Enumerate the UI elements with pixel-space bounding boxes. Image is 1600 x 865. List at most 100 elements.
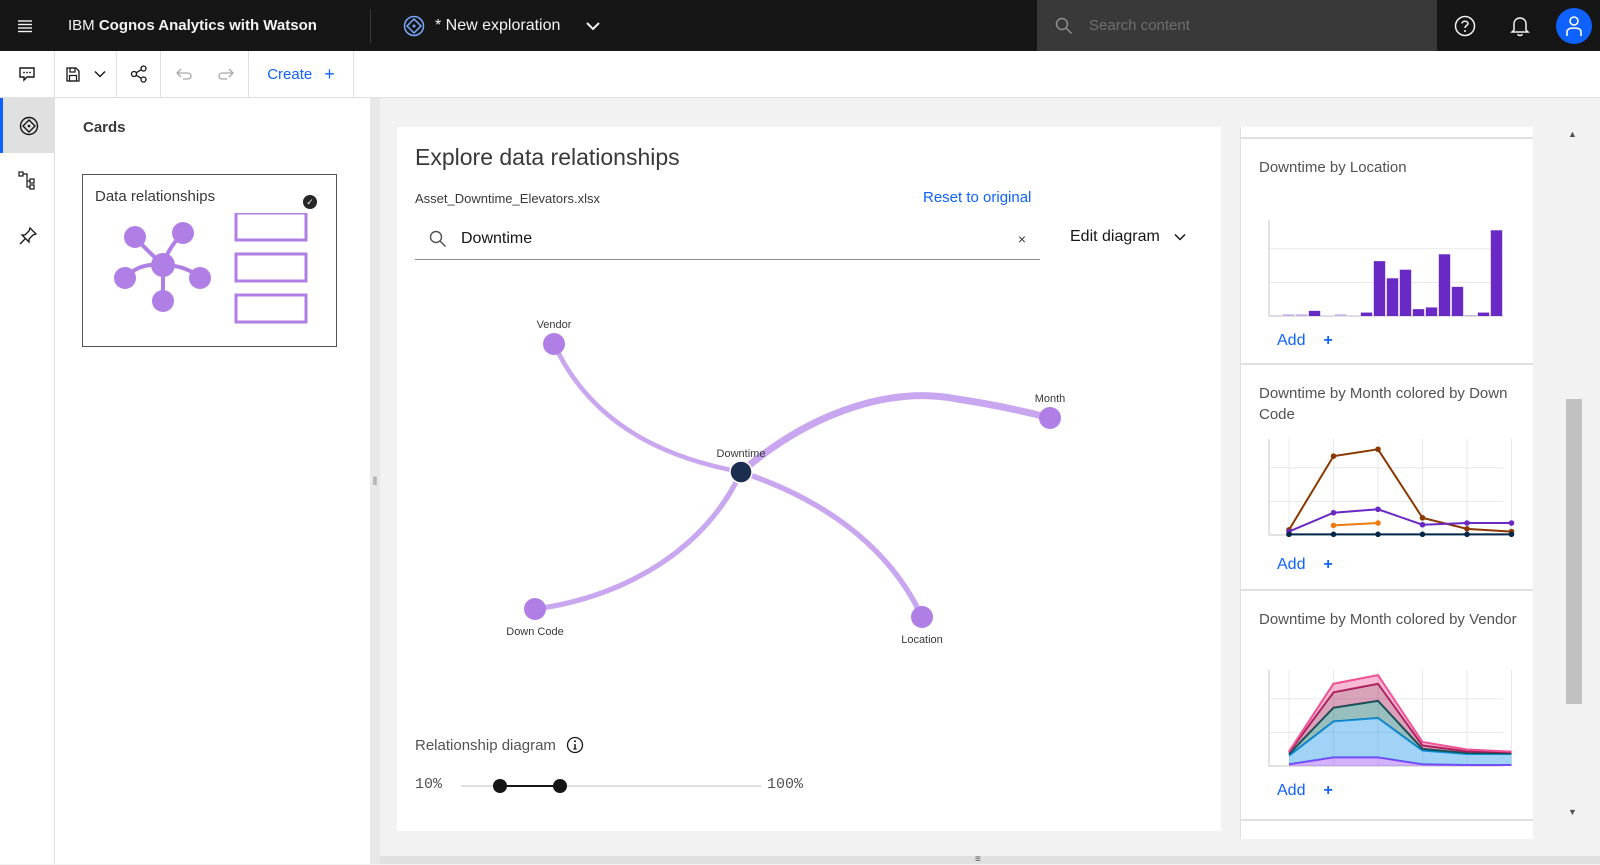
diagram-node-month[interactable] bbox=[1039, 407, 1061, 429]
data-point bbox=[1464, 520, 1470, 526]
data-point bbox=[1419, 521, 1426, 528]
slider-low-handle[interactable] bbox=[493, 779, 507, 793]
rail-item-cards[interactable] bbox=[0, 98, 55, 153]
data-source-name: Asset_Downtime_Elevators.xlsx bbox=[415, 191, 600, 206]
viz-title: Downtime by Month colored by Vendor bbox=[1259, 611, 1517, 628]
chevron-down-icon[interactable] bbox=[94, 70, 106, 78]
plus-icon: + bbox=[1323, 556, 1333, 573]
data-point bbox=[1375, 506, 1381, 513]
redo-icon[interactable] bbox=[217, 68, 234, 80]
edit-diagram-label: Edit diagram bbox=[1070, 228, 1160, 245]
scrollbar-thumb[interactable] bbox=[1566, 399, 1582, 704]
clear-search-button[interactable]: × bbox=[1018, 231, 1026, 247]
slider-max-label: 100% bbox=[767, 776, 804, 793]
global-search bbox=[1037, 0, 1437, 51]
rail-item-data[interactable] bbox=[0, 153, 55, 208]
undo-icon[interactable] bbox=[175, 68, 192, 80]
bar-chart bbox=[1268, 220, 1503, 317]
diagram-label-downtime: Downtime bbox=[717, 448, 766, 460]
explore-panel: Explore data relationships Asset_Downtim… bbox=[397, 127, 1221, 831]
create-label: Create bbox=[267, 65, 313, 83]
data-point bbox=[1330, 453, 1337, 459]
data-point bbox=[1330, 509, 1337, 516]
comment-icon bbox=[19, 67, 35, 82]
slider-min-label: 10% bbox=[415, 776, 443, 793]
notifications-button[interactable] bbox=[1495, 0, 1545, 51]
diagram-label-month: Month bbox=[1035, 393, 1066, 405]
add-button[interactable]: Add + bbox=[1277, 332, 1333, 350]
data-point bbox=[1464, 531, 1470, 538]
info-icon[interactable] bbox=[566, 736, 584, 754]
bar bbox=[1399, 269, 1412, 316]
menu-icon bbox=[18, 19, 32, 32]
data-relationships-card[interactable]: Data relationships ✓ bbox=[82, 174, 337, 347]
add-button[interactable]: Add + bbox=[1277, 556, 1333, 574]
pin-icon bbox=[19, 226, 37, 244]
slider-high-handle[interactable] bbox=[553, 779, 567, 793]
create-button[interactable]: Create + bbox=[249, 51, 354, 97]
share-icon bbox=[130, 65, 147, 83]
data-point bbox=[1330, 522, 1337, 529]
edit-diagram-dropdown[interactable]: Edit diagram bbox=[1070, 228, 1186, 246]
bar bbox=[1360, 312, 1373, 316]
scroll-up-icon[interactable]: ▲ bbox=[1568, 129, 1577, 139]
reset-to-original-link[interactable]: Reset to original bbox=[923, 189, 1031, 206]
bottom-resize-bar[interactable] bbox=[380, 856, 1600, 864]
chevron-down-icon bbox=[1174, 233, 1186, 241]
add-label: Add bbox=[1277, 556, 1306, 573]
viz-card-month-vendor[interactable]: Downtime by Month colored by Vendor Add + bbox=[1241, 589, 1533, 819]
relationship-diagram[interactable]: Vendor Month Down Code Location Downtime bbox=[397, 287, 1221, 717]
avatar bbox=[1556, 7, 1592, 44]
relationship-range-slider: 10% 100% bbox=[415, 776, 815, 796]
data-point bbox=[1508, 531, 1515, 538]
help-button[interactable] bbox=[1440, 0, 1490, 51]
bar bbox=[1373, 261, 1386, 316]
menu-button[interactable] bbox=[0, 0, 50, 51]
comment-button[interactable] bbox=[0, 51, 55, 97]
viz-card-next[interactable] bbox=[1241, 819, 1533, 839]
resize-grip-icon[interactable]: ≡ bbox=[975, 855, 981, 865]
plus-icon: + bbox=[1323, 782, 1333, 799]
add-button[interactable]: Add + bbox=[1277, 782, 1333, 800]
visualizations-scrollbar[interactable]: ▲ ▼ bbox=[1563, 127, 1583, 839]
rail-item-pinned[interactable] bbox=[0, 208, 55, 263]
side-rail bbox=[0, 98, 55, 864]
bar bbox=[1334, 314, 1347, 316]
exploration-icon bbox=[403, 15, 425, 36]
save-button[interactable] bbox=[55, 51, 117, 97]
share-button[interactable] bbox=[117, 51, 161, 97]
diagram-node-downtime[interactable] bbox=[729, 460, 753, 484]
notification-icon bbox=[1510, 16, 1530, 36]
viz-title: Downtime by Month colored by Down Code bbox=[1259, 385, 1508, 423]
divider bbox=[370, 8, 371, 43]
explore-title: Explore data relationships bbox=[415, 144, 680, 170]
bar bbox=[1438, 254, 1451, 316]
cards-panel: Cards Data relationships ✓ bbox=[55, 98, 370, 864]
undo-redo-group bbox=[161, 51, 249, 97]
scroll-down-icon[interactable]: ▼ bbox=[1568, 807, 1577, 817]
relationship-label-text: Relationship diagram bbox=[415, 736, 556, 754]
diagram-label-down-code: Down Code bbox=[506, 626, 563, 638]
exploration-switcher[interactable]: * New exploration bbox=[403, 15, 601, 37]
search-input[interactable] bbox=[1089, 17, 1389, 34]
search-icon bbox=[1055, 17, 1073, 34]
user-avatar-button[interactable] bbox=[1549, 0, 1599, 51]
bar bbox=[1282, 314, 1295, 316]
diagram-node-vendor[interactable] bbox=[543, 333, 565, 355]
save-icon bbox=[65, 66, 80, 82]
viz-card-location[interactable]: Downtime by Location Add + bbox=[1241, 137, 1533, 365]
line-chart bbox=[1268, 439, 1515, 538]
data-tree-icon bbox=[17, 170, 35, 190]
diagram-node-location[interactable] bbox=[911, 606, 933, 628]
chevron-down-icon[interactable] bbox=[586, 21, 601, 31]
diagram-node-down-code[interactable] bbox=[524, 598, 546, 620]
panel-title: Cards bbox=[83, 119, 126, 136]
panel-resize-handle[interactable]: ‖ bbox=[370, 98, 380, 864]
bar bbox=[1412, 309, 1425, 316]
bar bbox=[1464, 314, 1477, 316]
add-label: Add bbox=[1277, 332, 1306, 349]
field-search-input[interactable] bbox=[461, 230, 981, 248]
viz-card-month-downcode[interactable]: Downtime by Month colored by Down Code A… bbox=[1241, 363, 1533, 591]
data-point bbox=[1375, 446, 1381, 453]
bar bbox=[1490, 230, 1503, 316]
